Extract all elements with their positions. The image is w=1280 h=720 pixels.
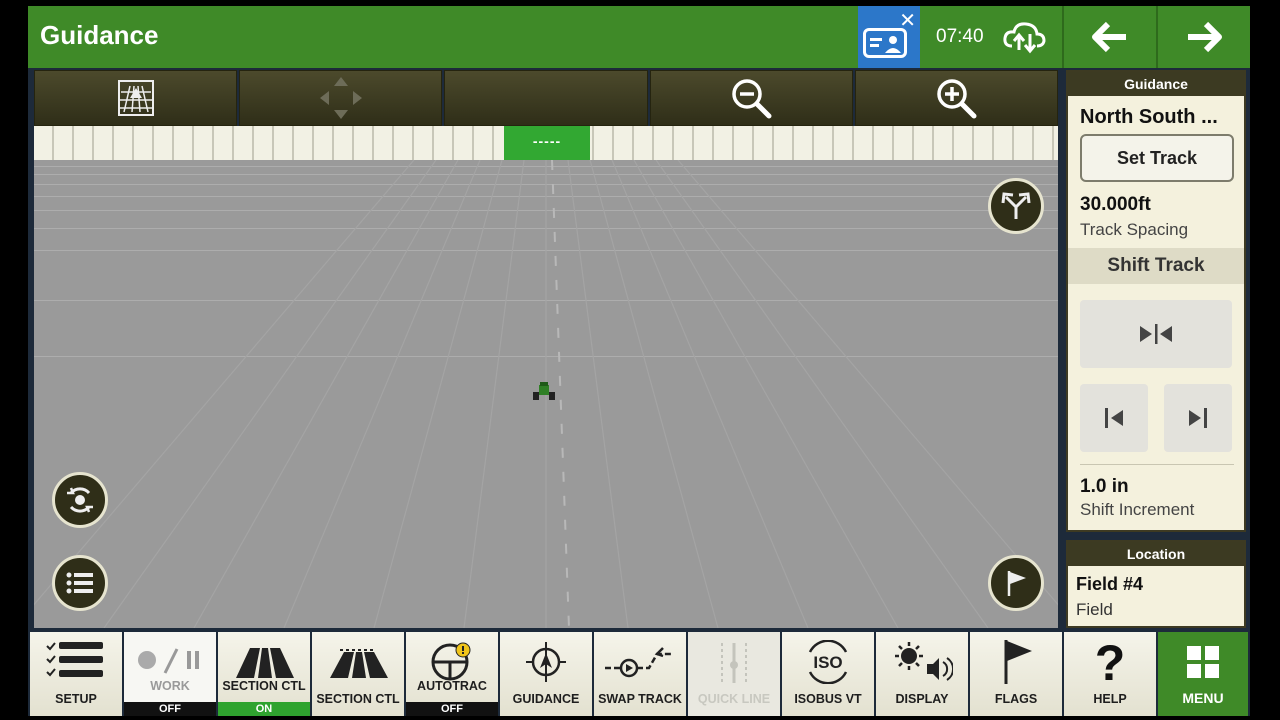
shift-right-icon [1189, 408, 1207, 428]
swap-track-button[interactable]: SWAP TRACK [594, 632, 686, 716]
setup-button[interactable]: SETUP [30, 632, 122, 716]
help-button[interactable]: ? HELP [1064, 632, 1156, 716]
zoom-in-button[interactable] [854, 70, 1059, 126]
shift-left-button[interactable] [1080, 384, 1148, 452]
checklist-icon [46, 642, 103, 677]
arrow-right-icon [1188, 21, 1222, 53]
zoom-in-icon [937, 79, 977, 119]
arrow-left-icon [1092, 21, 1126, 53]
display-label: DISPLAY [895, 692, 949, 706]
location-panel-header: Location [1068, 542, 1244, 566]
center-track-icon [1140, 324, 1172, 344]
blank-tool-button[interactable] [444, 70, 648, 126]
track-spacing-value: 30.000ft [1080, 194, 1151, 215]
rotate-view-icon [67, 487, 93, 513]
guidance-label: GUIDANCE [512, 692, 580, 706]
field-name: Field #4 [1076, 574, 1144, 594]
guidance-panel-header: Guidance [1068, 72, 1244, 96]
menu-button[interactable]: MENU [1158, 632, 1248, 716]
flag-button[interactable] [988, 555, 1044, 611]
location-panel[interactable]: Location Field #4 Field [1066, 540, 1246, 628]
section-control-map-icon [330, 649, 388, 678]
work-state: OFF [124, 702, 216, 716]
quick-line-label: QUICK LINE [697, 692, 771, 706]
swap-track-label: SWAP TRACK [598, 692, 682, 706]
swap-track-icon [605, 647, 673, 678]
work-label: WORK [150, 679, 190, 693]
help-label: HELP [1093, 692, 1127, 706]
setup-label: SETUP [55, 692, 97, 706]
close-icon[interactable]: ✕ [899, 8, 916, 33]
guidance-button[interactable]: GUIDANCE [500, 632, 592, 716]
display-button[interactable]: DISPLAY [876, 632, 968, 716]
back-button[interactable] [1062, 6, 1154, 68]
map-view-icon [117, 80, 154, 116]
help-icon: ? [1095, 638, 1126, 686]
guidance-panel: Guidance North South ... Set Track 30.00… [1066, 70, 1246, 532]
svg-text:?: ? [1095, 638, 1126, 686]
isobus-vt-button[interactable]: ISO ISOBUS VT [782, 632, 874, 716]
list-icon [66, 572, 93, 594]
isobus-vt-label: ISOBUS VT [794, 692, 862, 706]
record-pause-icon [138, 648, 199, 674]
top-bar: Guidance ✕ 07:40 [28, 6, 1250, 68]
shift-increment-value[interactable]: 1.0 in [1080, 476, 1129, 498]
center-track-button[interactable] [1080, 300, 1232, 368]
map-toolbar [34, 70, 1059, 126]
map-view-button[interactable] [34, 70, 238, 126]
shortcut-bar: SETUP WORK OFF SECTION CTL ON SECTION CT… [28, 632, 1250, 716]
shift-track-header: Shift Track [1068, 248, 1244, 284]
forward-button[interactable] [1156, 6, 1248, 68]
app-frame: Guidance ✕ 07:40 ----- Guidance North So… [28, 6, 1250, 716]
work-button[interactable]: WORK OFF [124, 632, 216, 716]
shift-right-button[interactable] [1164, 384, 1232, 452]
track-spacing-label: Track Spacing [1080, 220, 1189, 239]
tractor-icon [532, 382, 556, 402]
flag-icon [1004, 640, 1032, 684]
section-control-button-2[interactable]: SECTION CTL [312, 632, 404, 716]
section-control-label-1: SECTION CTL [222, 679, 306, 693]
clock-area: 07:40 [920, 6, 1062, 68]
menu-label: MENU [1182, 690, 1224, 706]
svg-text:ISO: ISO [813, 653, 842, 672]
set-track-button[interactable]: Set Track [1080, 134, 1234, 182]
divider [1080, 464, 1234, 465]
brightness-volume-icon [895, 642, 953, 681]
quick-line-button[interactable]: QUICK LINE [688, 632, 780, 716]
guidance-icon [526, 642, 566, 682]
autotrac-button[interactable]: AUTOTRAC OFF [406, 632, 498, 716]
shift-left-icon [1105, 408, 1123, 428]
section-control-label-2: SECTION CTL [316, 692, 400, 706]
layers-menu-button[interactable] [52, 555, 108, 611]
section-control-button-1[interactable]: SECTION CTL ON [218, 632, 310, 716]
shift-increment-label: Shift Increment [1080, 500, 1195, 519]
pan-button[interactable] [239, 70, 443, 126]
track-switch-button[interactable] [988, 178, 1044, 234]
guidance-map[interactable] [34, 160, 1058, 628]
clock-time: 07:40 [936, 26, 984, 47]
menu-grid-icon [1187, 646, 1219, 678]
operator-notification[interactable]: ✕ [858, 6, 920, 68]
steering-wheel-icon [431, 642, 471, 681]
fork-arrows-icon [1001, 192, 1031, 219]
autotrac-label: AUTOTRAC [417, 679, 487, 693]
flag-icon [1007, 571, 1026, 596]
cloud-sync-icon[interactable] [1002, 20, 1046, 54]
autotrac-state: OFF [406, 702, 498, 716]
iso-icon: ISO [808, 640, 848, 684]
page-title: Guidance [40, 20, 159, 50]
pan-icon [319, 77, 362, 119]
field-type: Field [1076, 600, 1113, 619]
flags-label: FLAGS [994, 692, 1038, 706]
flags-button[interactable]: FLAGS [970, 632, 1062, 716]
guidance-line-name[interactable]: North South ... [1080, 106, 1218, 129]
lightbar: ----- [34, 126, 1058, 160]
center-vehicle-button[interactable] [52, 472, 108, 528]
section-control-icon [236, 648, 294, 678]
quick-line-icon [721, 643, 747, 683]
zoom-out-button[interactable] [649, 70, 853, 126]
section-control-state: ON [218, 702, 310, 716]
lightbar-center: ----- [504, 126, 590, 160]
zoom-out-icon [732, 79, 772, 119]
